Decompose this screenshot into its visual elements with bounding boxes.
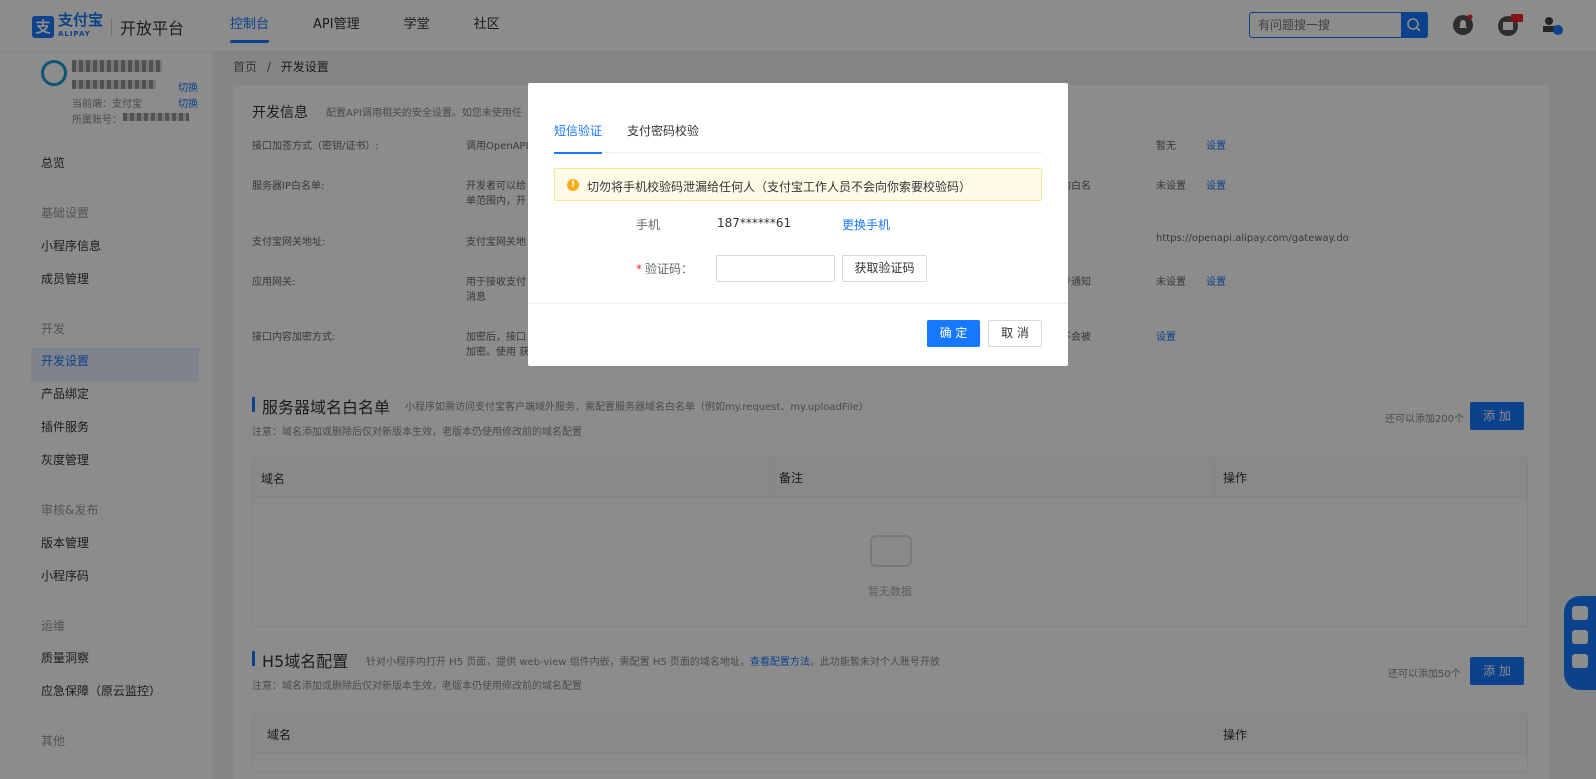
verification-code-input[interactable] (716, 255, 835, 282)
tab-sms-verify[interactable]: 短信验证 (554, 123, 603, 154)
verification-modal: 短信验证 支付密码校验 ! 切勿将手机校验码泄漏给任何人（支付宝工作人员不会向你… (528, 83, 1068, 366)
phone-label: 手机 (636, 218, 661, 232)
confirm-button[interactable]: 确 定 (927, 320, 980, 347)
modal-footer-divider (528, 303, 1068, 304)
tab-pay-password[interactable]: 支付密码校验 (627, 123, 699, 153)
cancel-button[interactable]: 取 消 (988, 320, 1042, 347)
alert-text: 切勿将手机校验码泄漏给任何人（支付宝工作人员不会向你索要校验码） (587, 180, 972, 194)
get-code-button[interactable]: 获取验证码 (842, 255, 927, 282)
warning-alert: ! 切勿将手机校验码泄漏给任何人（支付宝工作人员不会向你索要校验码） (554, 168, 1042, 201)
code-label: * 验证码： (636, 262, 694, 276)
change-phone-link[interactable]: 更换手机 (842, 216, 890, 233)
warning-icon: ! (567, 179, 579, 191)
phone-value: 187******61 (717, 216, 792, 230)
verify-tabs: 短信验证 支付密码校验 (554, 123, 1042, 154)
